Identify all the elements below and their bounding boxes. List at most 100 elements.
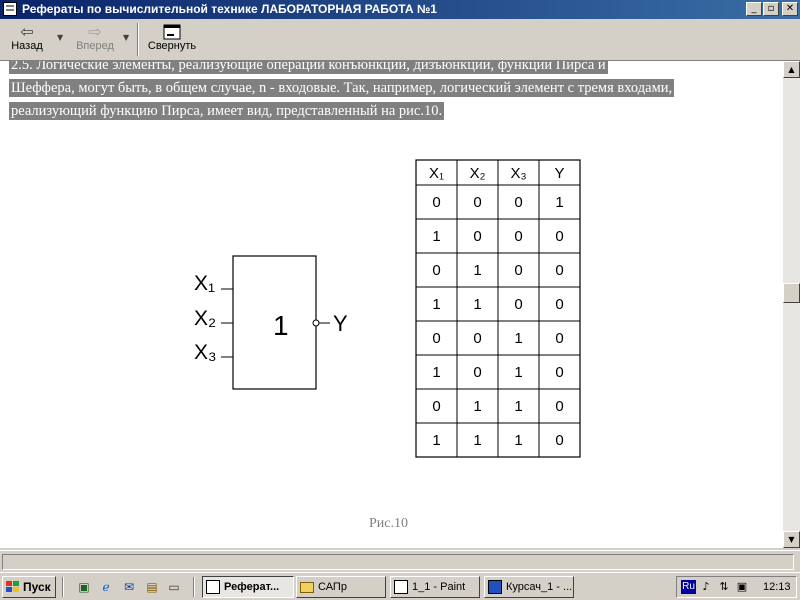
arrow-left-icon: ⇦ [20,22,34,41]
truth-table-cell: 1 [514,330,522,347]
truth-table-cell: 0 [514,228,522,245]
vertical-scrollbar[interactable]: ▲ ▼ [783,61,800,548]
scroll-up-icon[interactable]: ▲ [783,61,800,78]
truth-table-cell: 0 [473,364,481,381]
taskbar-separator [62,577,64,597]
truth-table-cell: 1 [473,296,481,313]
truth-table-cell: 1 [432,228,440,245]
truth-table-cell: 0 [514,262,522,279]
forward-label: Вперед [76,40,114,52]
back-dropdown-icon[interactable]: ▼ [57,33,63,42]
paint-icon [394,580,408,594]
close-button[interactable]: ✕ [782,2,798,16]
start-label: Пуск [23,580,51,594]
volume-icon[interactable]: ♪ [699,580,713,594]
document-icon [206,580,220,594]
arrow-right-icon: ⇨ [88,22,102,41]
truth-table-cell: 1 [473,398,481,415]
truth-table-cell: 0 [432,398,440,415]
task-paint[interactable]: 1_1 - Paint [390,576,480,598]
task-kursach[interactable]: Курсач_1 - ... [484,576,574,598]
task-label: Реферат... [224,581,280,593]
truth-table-cell: 0 [555,228,563,245]
forward-dropdown-icon[interactable]: ▼ [123,33,129,42]
task-sapr[interactable]: САПр [296,576,386,598]
language-indicator[interactable]: Ru [681,580,696,594]
document-icon[interactable] [3,2,17,16]
truth-table-header: Y [554,165,564,182]
truth-table-cell: 1 [514,398,522,415]
status-field [2,554,794,570]
tray-app-icon[interactable]: ▣ [735,580,749,594]
truth-table-cell: 0 [555,398,563,415]
truth-table-header: X₃ [510,165,526,182]
truth-table-cell: 0 [432,330,440,347]
truth-table-cell: 0 [555,432,563,449]
truth-table-cell: 0 [432,194,440,211]
task-label: САПр [318,581,347,593]
truth-table-cell: 1 [514,364,522,381]
truth-table-cell: 0 [473,228,481,245]
truth-table-cell: 1 [514,432,522,449]
gate-input-label-2: X₂ [194,307,216,330]
truth-table-cell: 1 [432,364,440,381]
taskbar-separator [193,577,195,597]
internet-explorer-icon[interactable]: ℯ [98,579,114,595]
maximize-button[interactable]: ▫ [763,2,779,16]
truth-table-cell: 0 [473,194,481,211]
toolbar-separator [137,23,139,56]
truth-table-cell: 0 [555,296,563,313]
inversion-bubble [312,319,320,327]
forward-button[interactable]: ⇨ Вперед [70,21,120,58]
truth-table-header: X₂ [470,165,486,182]
outlook-express-icon[interactable]: ✉ [121,579,137,595]
document-shortcut-icon[interactable]: ▤ [144,579,160,595]
word-document-icon [488,580,502,594]
truth-table-cell: 1 [473,432,481,449]
status-bar [0,550,800,573]
task-label: 1_1 - Paint [412,581,466,593]
gate-input-label-3: X₃ [194,341,217,364]
truth-table-cell: 0 [555,364,563,381]
minimize-button[interactable]: _ [746,2,762,16]
collapse-button[interactable]: Свернуть [144,21,200,58]
task-label: Курсач_1 - ... [506,581,573,593]
scroll-down-icon[interactable]: ▼ [783,531,800,548]
truth-table-header: X₁ [429,165,444,182]
window-title: Рефераты по вычислительной технике ЛАБОР… [22,2,437,16]
truth-table-cell: 1 [432,296,440,313]
figure-caption: Рис.10 [369,516,408,531]
clock: 12:13 [763,581,791,593]
nor-gate-diagram: X₁ X₂ X₃ 1 Y X₁ X₂ X₃ Y 0 0 0 1 1 0 0 0 0 1 0 0 1 1 0 0 0 0 1 0… [194,159,581,458]
truth-table: X₁ X₂ X₃ Y 0 0 0 1 1 0 0 0 0 1 0 0 1 1 0 0 0 0 1 0 1 0 1 0 0 1 1 0 1 1 1 0 [415,159,581,458]
truth-table-cell: 0 [432,262,440,279]
network-icon[interactable]: ⇅ [717,580,731,594]
hide-window-icon [161,24,183,40]
truth-table-cell: 0 [514,296,522,313]
truth-table-cell: 0 [514,194,522,211]
start-button[interactable]: Пуск [2,576,56,598]
document-view[interactable]: 2.5. Логические элементы, реализующие оп… [0,61,783,548]
gate-input-label-1: X₁ [194,272,215,295]
scrollbar-thumb[interactable] [783,283,800,303]
back-button[interactable]: ⇦ Назад [4,21,50,58]
system-tray: Ru ♪ ⇅ ▣ 12:13 [676,576,797,598]
collapse-label: Свернуть [147,40,197,52]
title-bar: Рефераты по вычислительной технике ЛАБОР… [0,0,800,19]
show-desktop-icon[interactable]: ▣ [76,579,92,595]
gate-symbol: 1 [273,310,289,341]
terminal-icon[interactable]: ▭ [166,579,182,595]
truth-table-cell: 0 [555,262,563,279]
task-referaty[interactable]: Реферат... [202,576,294,598]
truth-table-cell: 1 [432,432,440,449]
truth-table-cell: 0 [555,330,563,347]
gate-output-label: Y [333,311,348,336]
windows-logo-icon [6,581,20,593]
truth-table-cell: 1 [473,262,481,279]
truth-table-cell: 1 [555,194,563,211]
truth-table-cell: 0 [473,330,481,347]
back-label: Назад [11,40,43,52]
toolbar: ⇦ Назад ▼ ⇨ Вперед ▼ Свернуть [0,19,800,61]
taskbar: Пуск ▣ ℯ ✉ ▤ ▭ Реферат... САПр 1_1 - Pai… [0,572,800,600]
folder-icon [300,582,314,593]
